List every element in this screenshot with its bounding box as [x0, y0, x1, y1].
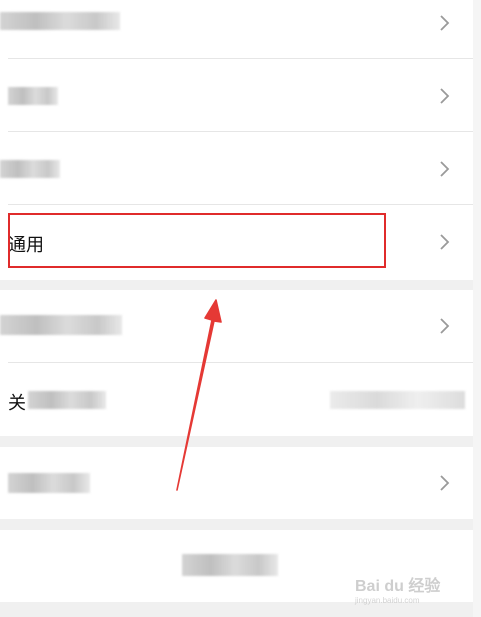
- scrollbar-track: [473, 0, 481, 617]
- watermark-subtext: jingyan.baidu.com: [354, 596, 420, 605]
- baidu-watermark: Bai du 经验 jingyan.baidu.com: [353, 575, 453, 607]
- chevron-right-icon: [435, 14, 453, 32]
- blurred-label: [0, 160, 60, 178]
- settings-group-2: 关: [0, 290, 473, 436]
- blurred-label: [182, 554, 278, 576]
- blurred-label: [8, 87, 58, 105]
- settings-row-3[interactable]: [0, 132, 473, 204]
- settings-page: 通用 关 Bai du 经验 jingyan.baidu.com: [0, 0, 481, 617]
- blurred-label: [0, 12, 120, 30]
- chevron-right-icon: [435, 233, 453, 251]
- chevron-right-icon: [435, 317, 453, 335]
- settings-row-7[interactable]: [0, 447, 473, 519]
- blurred-label: [28, 391, 106, 409]
- chevron-right-icon: [435, 87, 453, 105]
- settings-row-about[interactable]: 关: [0, 363, 473, 436]
- settings-row-1[interactable]: [0, 0, 473, 58]
- settings-row-2[interactable]: [0, 59, 473, 131]
- about-label: 关: [8, 393, 26, 414]
- watermark-text: Bai du 经验: [355, 576, 441, 595]
- settings-group-3: [0, 447, 473, 519]
- blurred-value: [330, 391, 465, 409]
- chevron-right-icon: [435, 474, 453, 492]
- blurred-label: [8, 473, 90, 493]
- blurred-label: [0, 315, 122, 335]
- highlight-box: [8, 213, 386, 268]
- chevron-right-icon: [435, 160, 453, 178]
- settings-row-5[interactable]: [0, 290, 473, 362]
